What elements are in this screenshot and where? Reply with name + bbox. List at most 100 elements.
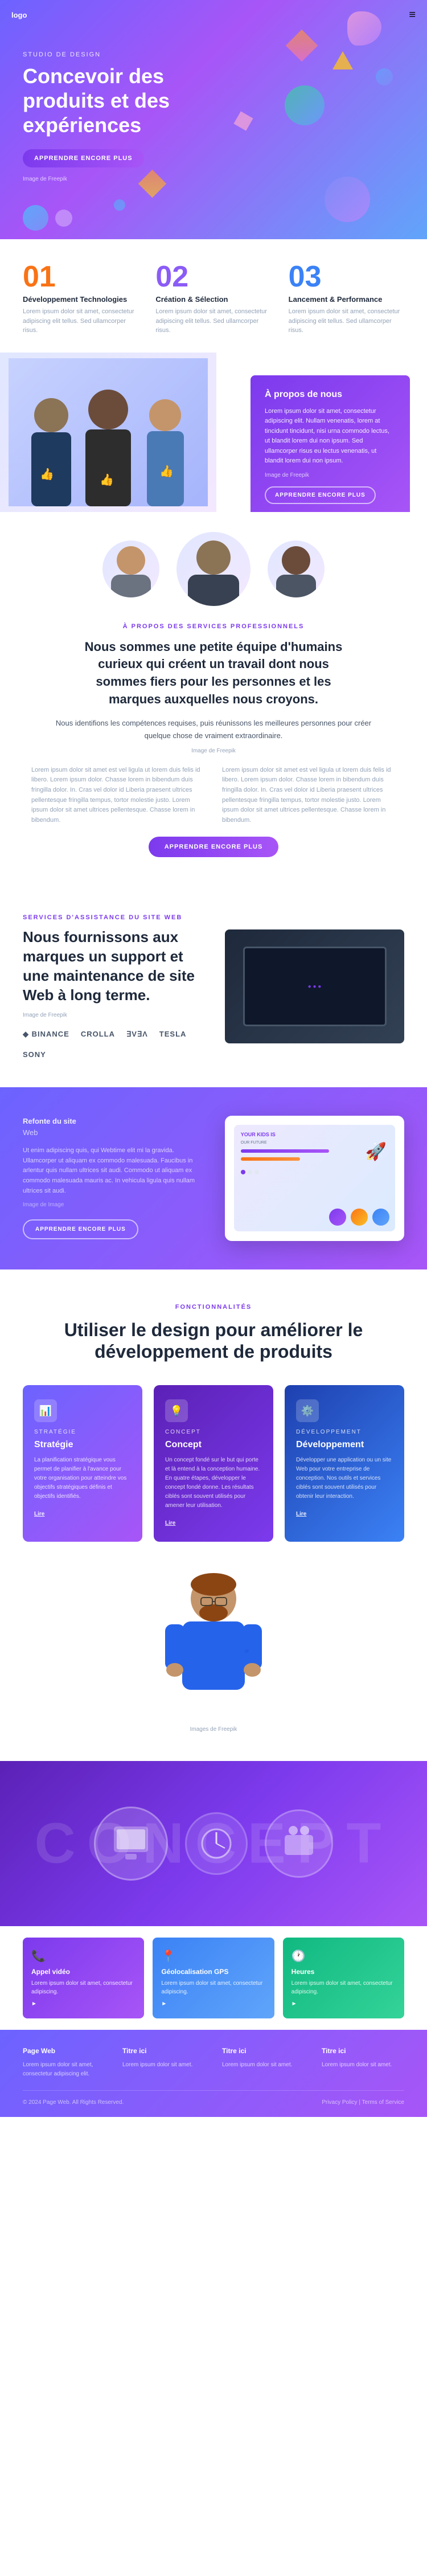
- footer-divider: [23, 2090, 404, 2091]
- number-item-3: 03 Lancement & Performance Lorem ipsum d…: [289, 262, 404, 335]
- concept-icon: 💡: [165, 1399, 188, 1422]
- footer-links[interactable]: Privacy Policy | Terms of Service: [322, 2099, 404, 2106]
- feature-link-dev[interactable]: Lire: [296, 1511, 306, 1517]
- ws-right: ● ● ●: [225, 929, 404, 1043]
- footer-col-4: Titre ici Lorem ipsum dolor sit amet.: [322, 2047, 404, 2079]
- numbers-section: 01 Développement Technologies Lorem ipsu…: [0, 239, 427, 353]
- feature-desc-dev: Développer une application ou un site We…: [296, 1456, 393, 1501]
- phone-icon: 📞: [31, 1949, 136, 1963]
- footer-col-3: Titre ici Lorem ipsum dolor sit amet.: [222, 2047, 305, 2079]
- info-card-geo-title: Géolocalisation GPS: [161, 1968, 265, 1976]
- rd-title-sm: Refonte du site: [23, 1117, 202, 1125]
- about-card-img-label: Image de Freepik: [265, 472, 396, 478]
- info-card-hours-link[interactable]: ►: [291, 2001, 396, 2007]
- feature-desc-concept: Un concept fondé sur le but qui porte et…: [165, 1456, 262, 1510]
- logo-evsa: ∃V∃Λ: [126, 1030, 148, 1039]
- hero-shape-tri: [332, 51, 353, 69]
- svg-text:👍: 👍: [40, 467, 54, 481]
- hero-shape-4: [285, 85, 325, 125]
- rd-title-nm: Web: [23, 1128, 202, 1137]
- team-title: Nous sommes une petite équipe d'humains …: [71, 638, 356, 708]
- man-concept-row: /// Images de Freepik: [23, 1565, 404, 1727]
- features-title: Utiliser le design pour améliorer le dév…: [23, 1319, 404, 1363]
- team-avatars: [23, 540, 404, 606]
- about-card-title: À propos de nous: [265, 390, 396, 400]
- svg-text:👍: 👍: [100, 473, 114, 486]
- info-card-geo-desc: Lorem ipsum dolor sit amet, consectetur …: [161, 1979, 265, 1996]
- info-card-geo-link[interactable]: ►: [161, 2001, 265, 2007]
- rd-right: YOUR KIDS IS OUR FUTURE 🚀: [225, 1116, 404, 1241]
- man-img-label: Images de Freepik: [190, 1726, 237, 1733]
- number-title-3: Lancement & Performance: [289, 295, 404, 304]
- man-image-container: ///: [157, 1565, 270, 1727]
- number-desc-1: Lorem ipsum dolor sit amet, consectetur …: [23, 307, 138, 335]
- feature-title-concept: Concept: [165, 1440, 262, 1450]
- team-col2: Lorem ipsum dolor sit amet est vel ligul…: [222, 765, 396, 826]
- number-1: 01: [23, 262, 138, 292]
- info-card-phone-desc: Lorem ipsum dolor sit amet, consectetur …: [31, 1979, 136, 1996]
- ws-img-label: Image de Freepik: [23, 1012, 202, 1018]
- hero-studio-label: STUDIO DE DESIGN: [23, 51, 239, 58]
- footer-col-1: Page Web Lorem ipsum dolor sit amet, con…: [23, 2047, 105, 2079]
- feature-link-strategy[interactable]: Lire: [34, 1511, 44, 1517]
- footer-col2-title: Titre ici: [122, 2047, 205, 2055]
- footer-col1-title: Page Web: [23, 2047, 105, 2055]
- avatar-svg-2: [182, 532, 245, 606]
- about-section: 👍 👍 👍 À propos de nous Lorem ipsum dolor…: [0, 353, 427, 512]
- footer-col4-text: Lorem ipsum dolor sit amet.: [322, 2061, 404, 2070]
- logo-crolla: CROLLA: [81, 1030, 115, 1038]
- team-label: À PROPOS DES SERVICES PROFESSIONNELS: [23, 623, 404, 630]
- web-services-section: SERVICES D'ASSISTANCE DU SITE WEB Nous f…: [0, 886, 427, 1087]
- hamburger-icon[interactable]: ≡: [409, 9, 416, 22]
- concept-section: CONCEPT: [0, 1761, 427, 1926]
- about-card: À propos de nous Lorem ipsum dolor sit a…: [251, 375, 410, 512]
- ws-label: SERVICES D'ASSISTANCE DU SITE WEB: [23, 914, 202, 921]
- info-card-phone-link[interactable]: ►: [31, 2001, 136, 2007]
- number-3: 03: [289, 262, 404, 292]
- team-two-col: Lorem ipsum dolor sit amet est vel ligul…: [31, 765, 396, 826]
- redesign-section: Refonte du site Web Ut enim adipiscing q…: [0, 1087, 427, 1269]
- dev-icon: ⚙️: [296, 1399, 319, 1422]
- features-grid: 📊 STRATÉGIE Stratégie La planification s…: [23, 1385, 404, 1542]
- footer-col-2: Titre ici Lorem ipsum dolor sit amet.: [122, 2047, 205, 2079]
- info-card-phone: 📞 Appel vidéo Lorem ipsum dolor sit amet…: [23, 1938, 144, 2018]
- rd-screen-header: YOUR KIDS IS: [241, 1132, 389, 1137]
- feature-card-concept: 💡 CONCEPT Concept Un concept fondé sur l…: [154, 1385, 273, 1542]
- hero-shape-6: [325, 177, 370, 222]
- footer-col3-text: Lorem ipsum dolor sit amet.: [222, 2061, 305, 2070]
- feature-title-strategy: Stratégie: [34, 1440, 131, 1450]
- rd-img-label: Image de Image: [23, 1202, 202, 1208]
- ws-left: SERVICES D'ASSISTANCE DU SITE WEB Nous f…: [23, 914, 202, 1058]
- about-card-btn[interactable]: APPRENDRE ENCORE PLUS: [265, 486, 376, 504]
- concept-content: [11, 1807, 416, 1881]
- feature-label-concept: CONCEPT: [165, 1429, 262, 1435]
- rd-rocket: 🚀: [366, 1142, 387, 1162]
- team-avatar-2: [176, 532, 251, 606]
- strategy-icon: 📊: [34, 1399, 57, 1422]
- number-title-1: Développement Technologies: [23, 295, 138, 304]
- concept-circle-2: [185, 1812, 248, 1875]
- laptop-screen: ● ● ●: [243, 947, 387, 1026]
- number-desc-3: Lorem ipsum dolor sit amet, consectetur …: [289, 307, 404, 335]
- info-card-hours-title: Heures: [291, 1968, 396, 1976]
- number-title-2: Création & Sélection: [155, 295, 271, 304]
- info-card-hours: 🕐 Heures Lorem ipsum dolor sit amet, con…: [283, 1938, 404, 2018]
- feature-title-dev: Développement: [296, 1440, 393, 1450]
- team-img-label: Image de Freepik: [23, 748, 404, 754]
- rd-desc: Ut enim adipiscing quis, qui Webtime eli…: [23, 1146, 202, 1196]
- number-item-1: 01 Développement Technologies Lorem ipsu…: [23, 262, 138, 335]
- team-btn[interactable]: APPRENDRE ENCORE PLUS: [149, 837, 279, 857]
- hero-bottom-shapes: [23, 205, 72, 231]
- rd-circles: [329, 1209, 389, 1226]
- feature-link-concept[interactable]: Lire: [165, 1520, 175, 1526]
- rd-btn[interactable]: APPRENDRE ENCORE PLUS: [23, 1219, 138, 1239]
- about-image: 👍 👍 👍: [0, 353, 216, 512]
- rd-screen: YOUR KIDS IS OUR FUTURE 🚀: [234, 1125, 396, 1231]
- hero-cta-button[interactable]: APPRENDRE ENCORE PLUS: [23, 149, 144, 167]
- svg-text:👍: 👍: [159, 464, 174, 478]
- number-item-2: 02 Création & Sélection Lorem ipsum dolo…: [155, 262, 271, 335]
- hero-shape-8: [114, 199, 125, 211]
- about-card-text: Lorem ipsum dolor sit amet, consectetur …: [265, 407, 396, 467]
- team-section: À PROPOS DES SERVICES PROFESSIONNELS Nou…: [0, 512, 427, 886]
- nav-bar: logo ≡: [0, 0, 427, 30]
